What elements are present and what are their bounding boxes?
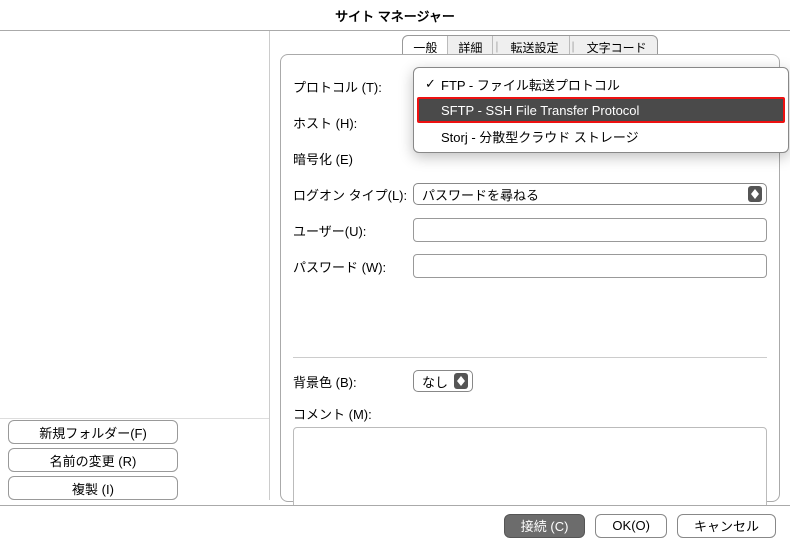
window-title: サイト マネージャー (335, 6, 455, 25)
bgcolor-value: なし (422, 372, 448, 391)
row-password: パスワード (W): (293, 253, 767, 279)
rename-button[interactable]: 名前の変更 (R) (8, 448, 178, 472)
dropdown-item-sftp[interactable]: SFTP - SSH File Transfer Protocol (417, 97, 785, 123)
encrypt-label: 暗号化 (E) (293, 149, 413, 168)
settings-pane: 一般 詳細 | 転送設定 | 文字コード プロトコル (T): ホスト (H):… (270, 31, 790, 500)
host-label: ホスト (H): (293, 113, 413, 132)
cancel-button[interactable]: キャンセル (677, 514, 776, 538)
connect-button[interactable]: 接続 (C) (504, 514, 586, 538)
chevron-updown-icon (454, 373, 468, 389)
bgcolor-select[interactable]: なし (413, 370, 473, 392)
row-user: ユーザー(U): (293, 217, 767, 243)
dialog-footer: 接続 (C) OK(O) キャンセル (0, 505, 790, 545)
dropdown-item-ftp[interactable]: ✓ FTP - ファイル転送プロトコル (417, 71, 785, 97)
protocol-label: プロトコル (T): (293, 77, 413, 96)
new-folder-button[interactable]: 新規フォルダー(F) (8, 420, 178, 444)
panel-divider (293, 357, 767, 358)
password-label: パスワード (W): (293, 257, 413, 276)
dropdown-item-label: FTP - ファイル転送プロトコル (441, 75, 620, 94)
user-input[interactable] (413, 218, 767, 242)
user-label: ユーザー(U): (293, 221, 413, 240)
logon-label: ログオン タイプ(L): (293, 185, 413, 204)
comment-label: コメント (M): (293, 407, 372, 422)
site-tree-pane: 新規フォルダー(F) 名前の変更 (R) 複製 (I) (0, 31, 270, 500)
checkmark-icon: ✓ (425, 76, 441, 92)
bgcolor-label: 背景色 (B): (293, 372, 413, 391)
window-title-bar: サイト マネージャー (0, 0, 790, 30)
row-bgcolor: 背景色 (B): なし (293, 368, 767, 394)
dropdown-item-label: SFTP - SSH File Transfer Protocol (441, 103, 639, 118)
general-panel: プロトコル (T): ホスト (H): 暗号化 (E) ログオン タイプ(L):… (280, 54, 780, 502)
logon-type-select[interactable]: パスワードを尋ねる (413, 183, 767, 205)
site-tree[interactable] (0, 31, 269, 419)
logon-type-value: パスワードを尋ねる (422, 185, 539, 204)
site-actions: 新規フォルダー(F) 名前の変更 (R) 複製 (I) (8, 416, 178, 500)
dropdown-item-storj[interactable]: Storj - 分散型クラウド ストレージ (417, 123, 785, 149)
chevron-updown-icon (748, 186, 762, 202)
main-split: 新規フォルダー(F) 名前の変更 (R) 複製 (I) 一般 詳細 | 転送設定… (0, 30, 790, 500)
dropdown-item-label: Storj - 分散型クラウド ストレージ (441, 127, 639, 146)
password-input[interactable] (413, 254, 767, 278)
ok-button[interactable]: OK(O) (595, 514, 667, 538)
row-logon: ログオン タイプ(L): パスワードを尋ねる (293, 181, 767, 207)
duplicate-button[interactable]: 複製 (I) (8, 476, 178, 500)
protocol-dropdown[interactable]: ✓ FTP - ファイル転送プロトコル SFTP - SSH File Tran… (413, 67, 789, 153)
